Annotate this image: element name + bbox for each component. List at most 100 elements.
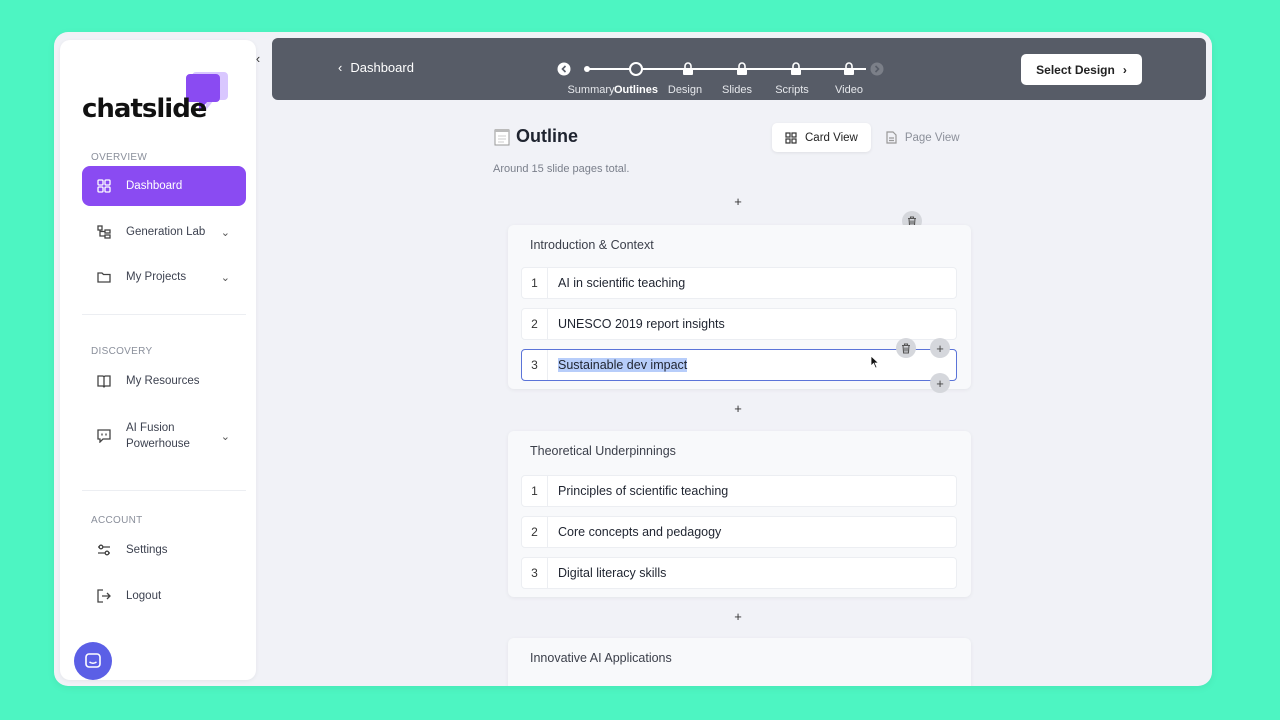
label-line-2: Powerhouse (126, 438, 190, 450)
lock-icon (679, 60, 697, 78)
sidebar-item-settings[interactable]: Settings (82, 530, 246, 570)
sidebar: chatslide OVERVIEW Dashboard Generation … (60, 40, 256, 680)
page-title: Outline (494, 126, 578, 147)
outline-row[interactable]: 1 Principles of scientific teaching (521, 475, 957, 507)
row-text[interactable]: Principles of scientific teaching (548, 484, 728, 498)
header-bar: ‹ Dashboard Summary Outlines Design Slid… (272, 38, 1206, 100)
row-text[interactable]: UNESCO 2019 report insights (548, 317, 725, 331)
outline-section-card: Introduction & Context 1 AI in scientifi… (508, 225, 971, 389)
add-row-below-button[interactable]: + (930, 373, 950, 393)
notepad-icon (494, 128, 510, 145)
app-window: chatslide OVERVIEW Dashboard Generation … (54, 32, 1212, 686)
logout-icon (96, 588, 112, 604)
step-label-outlines[interactable]: Outlines (614, 84, 658, 96)
sidebar-item-label: Generation Lab (126, 226, 206, 238)
chevron-down-icon[interactable]: ⌄ (221, 226, 230, 239)
lock-icon (840, 60, 858, 78)
section-label-overview: OVERVIEW (91, 152, 148, 163)
row-text[interactable]: Digital literacy skills (548, 566, 666, 580)
sidebar-item-my-projects[interactable]: My Projects ⌄ (82, 257, 246, 297)
chevron-right-icon: › (1122, 62, 1127, 77)
sidebar-item-ai-fusion-powerhouse[interactable]: AI Fusion Powerhouse ⌄ (82, 414, 246, 458)
card-view-button[interactable]: Card View (772, 123, 871, 152)
next-step-icon[interactable] (868, 60, 886, 78)
logo-text: chatslide (82, 94, 207, 124)
trash-icon (902, 342, 910, 354)
section-label-discovery: DISCOVERY (91, 346, 153, 357)
row-number: 3 (522, 558, 548, 588)
sidebar-item-generation-lab[interactable]: Generation Lab ⌄ (82, 212, 246, 252)
add-section-button[interactable]: + (732, 609, 744, 624)
outline-row[interactable]: 3 Digital literacy skills (521, 557, 957, 589)
collapse-sidebar-button[interactable]: ‹ (250, 48, 266, 68)
step-label-scripts: Scripts (775, 84, 809, 96)
add-section-button[interactable]: + (732, 194, 744, 209)
lock-icon (787, 60, 805, 78)
sidebar-item-label: Settings (126, 544, 168, 556)
page-view-label: Page View (904, 131, 960, 144)
outline-row-selected[interactable]: 3 Sustainable dev impact (521, 349, 957, 381)
step-outlines-current-icon[interactable] (627, 60, 645, 78)
page-subtitle: Around 15 slide pages total. (493, 163, 630, 175)
sidebar-item-label: My Resources (126, 375, 200, 387)
support-chat-button[interactable] (74, 642, 112, 680)
section-title[interactable]: Innovative AI Applications (530, 651, 672, 665)
outline-row[interactable]: 2 UNESCO 2019 report insights (521, 308, 957, 340)
step-summary-dot[interactable] (578, 60, 596, 78)
lock-icon (733, 60, 751, 78)
folder-icon (96, 269, 112, 285)
row-number: 3 (522, 350, 548, 380)
row-number: 1 (522, 476, 548, 506)
row-number: 1 (522, 268, 548, 298)
row-number: 2 (522, 517, 548, 547)
page-title-text: Outline (516, 126, 578, 146)
row-text[interactable]: AI in scientific teaching (548, 276, 685, 290)
step-label-summary[interactable]: Summary (567, 84, 614, 96)
flow-icon (96, 224, 112, 240)
chatslide-logo[interactable]: chatslide (82, 70, 242, 130)
chat-icon (96, 428, 112, 444)
chevron-left-icon: ‹ (338, 60, 343, 75)
back-to-dashboard-link[interactable]: ‹ Dashboard (338, 60, 414, 75)
selected-text: Sustainable dev impact (558, 358, 688, 372)
select-design-label: Select Design (1036, 62, 1115, 77)
row-text-input[interactable]: Sustainable dev impact (548, 358, 688, 372)
section-title[interactable]: Theoretical Underpinnings (530, 444, 676, 458)
divider (82, 490, 246, 491)
chat-bubble-icon (85, 653, 101, 668)
chevron-down-icon[interactable]: ⌄ (221, 271, 230, 284)
sidebar-item-logout[interactable]: Logout (82, 576, 246, 616)
sidebar-item-label: Dashboard (126, 180, 183, 192)
sliders-icon (96, 542, 112, 558)
prev-step-icon[interactable] (555, 60, 573, 78)
sidebar-item-my-resources[interactable]: My Resources (82, 361, 246, 401)
page-view-button[interactable]: Page View (873, 123, 973, 152)
outline-section-card: Theoretical Underpinnings 1 Principles o… (508, 431, 971, 597)
card-view-label: Card View (805, 131, 858, 144)
outline-row[interactable]: 1 AI in scientific teaching (521, 267, 957, 299)
select-design-button[interactable]: Select Design › (1021, 54, 1142, 85)
section-label-account: ACCOUNT (91, 515, 143, 526)
mouse-cursor-icon (870, 355, 880, 369)
section-title[interactable]: Introduction & Context (530, 238, 654, 252)
document-icon (886, 131, 897, 144)
step-label-slides: Slides (722, 84, 752, 96)
grid-icon (96, 178, 112, 194)
step-label-video: Video (835, 84, 863, 96)
chevron-down-icon[interactable]: ⌄ (221, 430, 230, 443)
sidebar-item-dashboard[interactable]: Dashboard (82, 166, 246, 206)
grid-icon (785, 131, 797, 144)
sidebar-item-label: Logout (126, 590, 162, 602)
workflow-stepper: Summary Outlines Design Slides Scripts V… (555, 60, 894, 100)
row-number: 2 (522, 309, 548, 339)
delete-row-button[interactable] (896, 338, 916, 358)
outline-row[interactable]: 2 Core concepts and pedagogy (521, 516, 957, 548)
sidebar-item-label: AI Fusion Powerhouse (126, 420, 190, 452)
outline-section-card: Innovative AI Applications (508, 638, 971, 686)
view-toggle: Card View Page View (772, 123, 973, 152)
divider (82, 314, 246, 315)
add-section-button[interactable]: + (732, 401, 744, 416)
row-text[interactable]: Core concepts and pedagogy (548, 525, 721, 539)
label-line-1: AI Fusion (126, 422, 175, 434)
add-row-above-button[interactable]: + (930, 338, 950, 358)
